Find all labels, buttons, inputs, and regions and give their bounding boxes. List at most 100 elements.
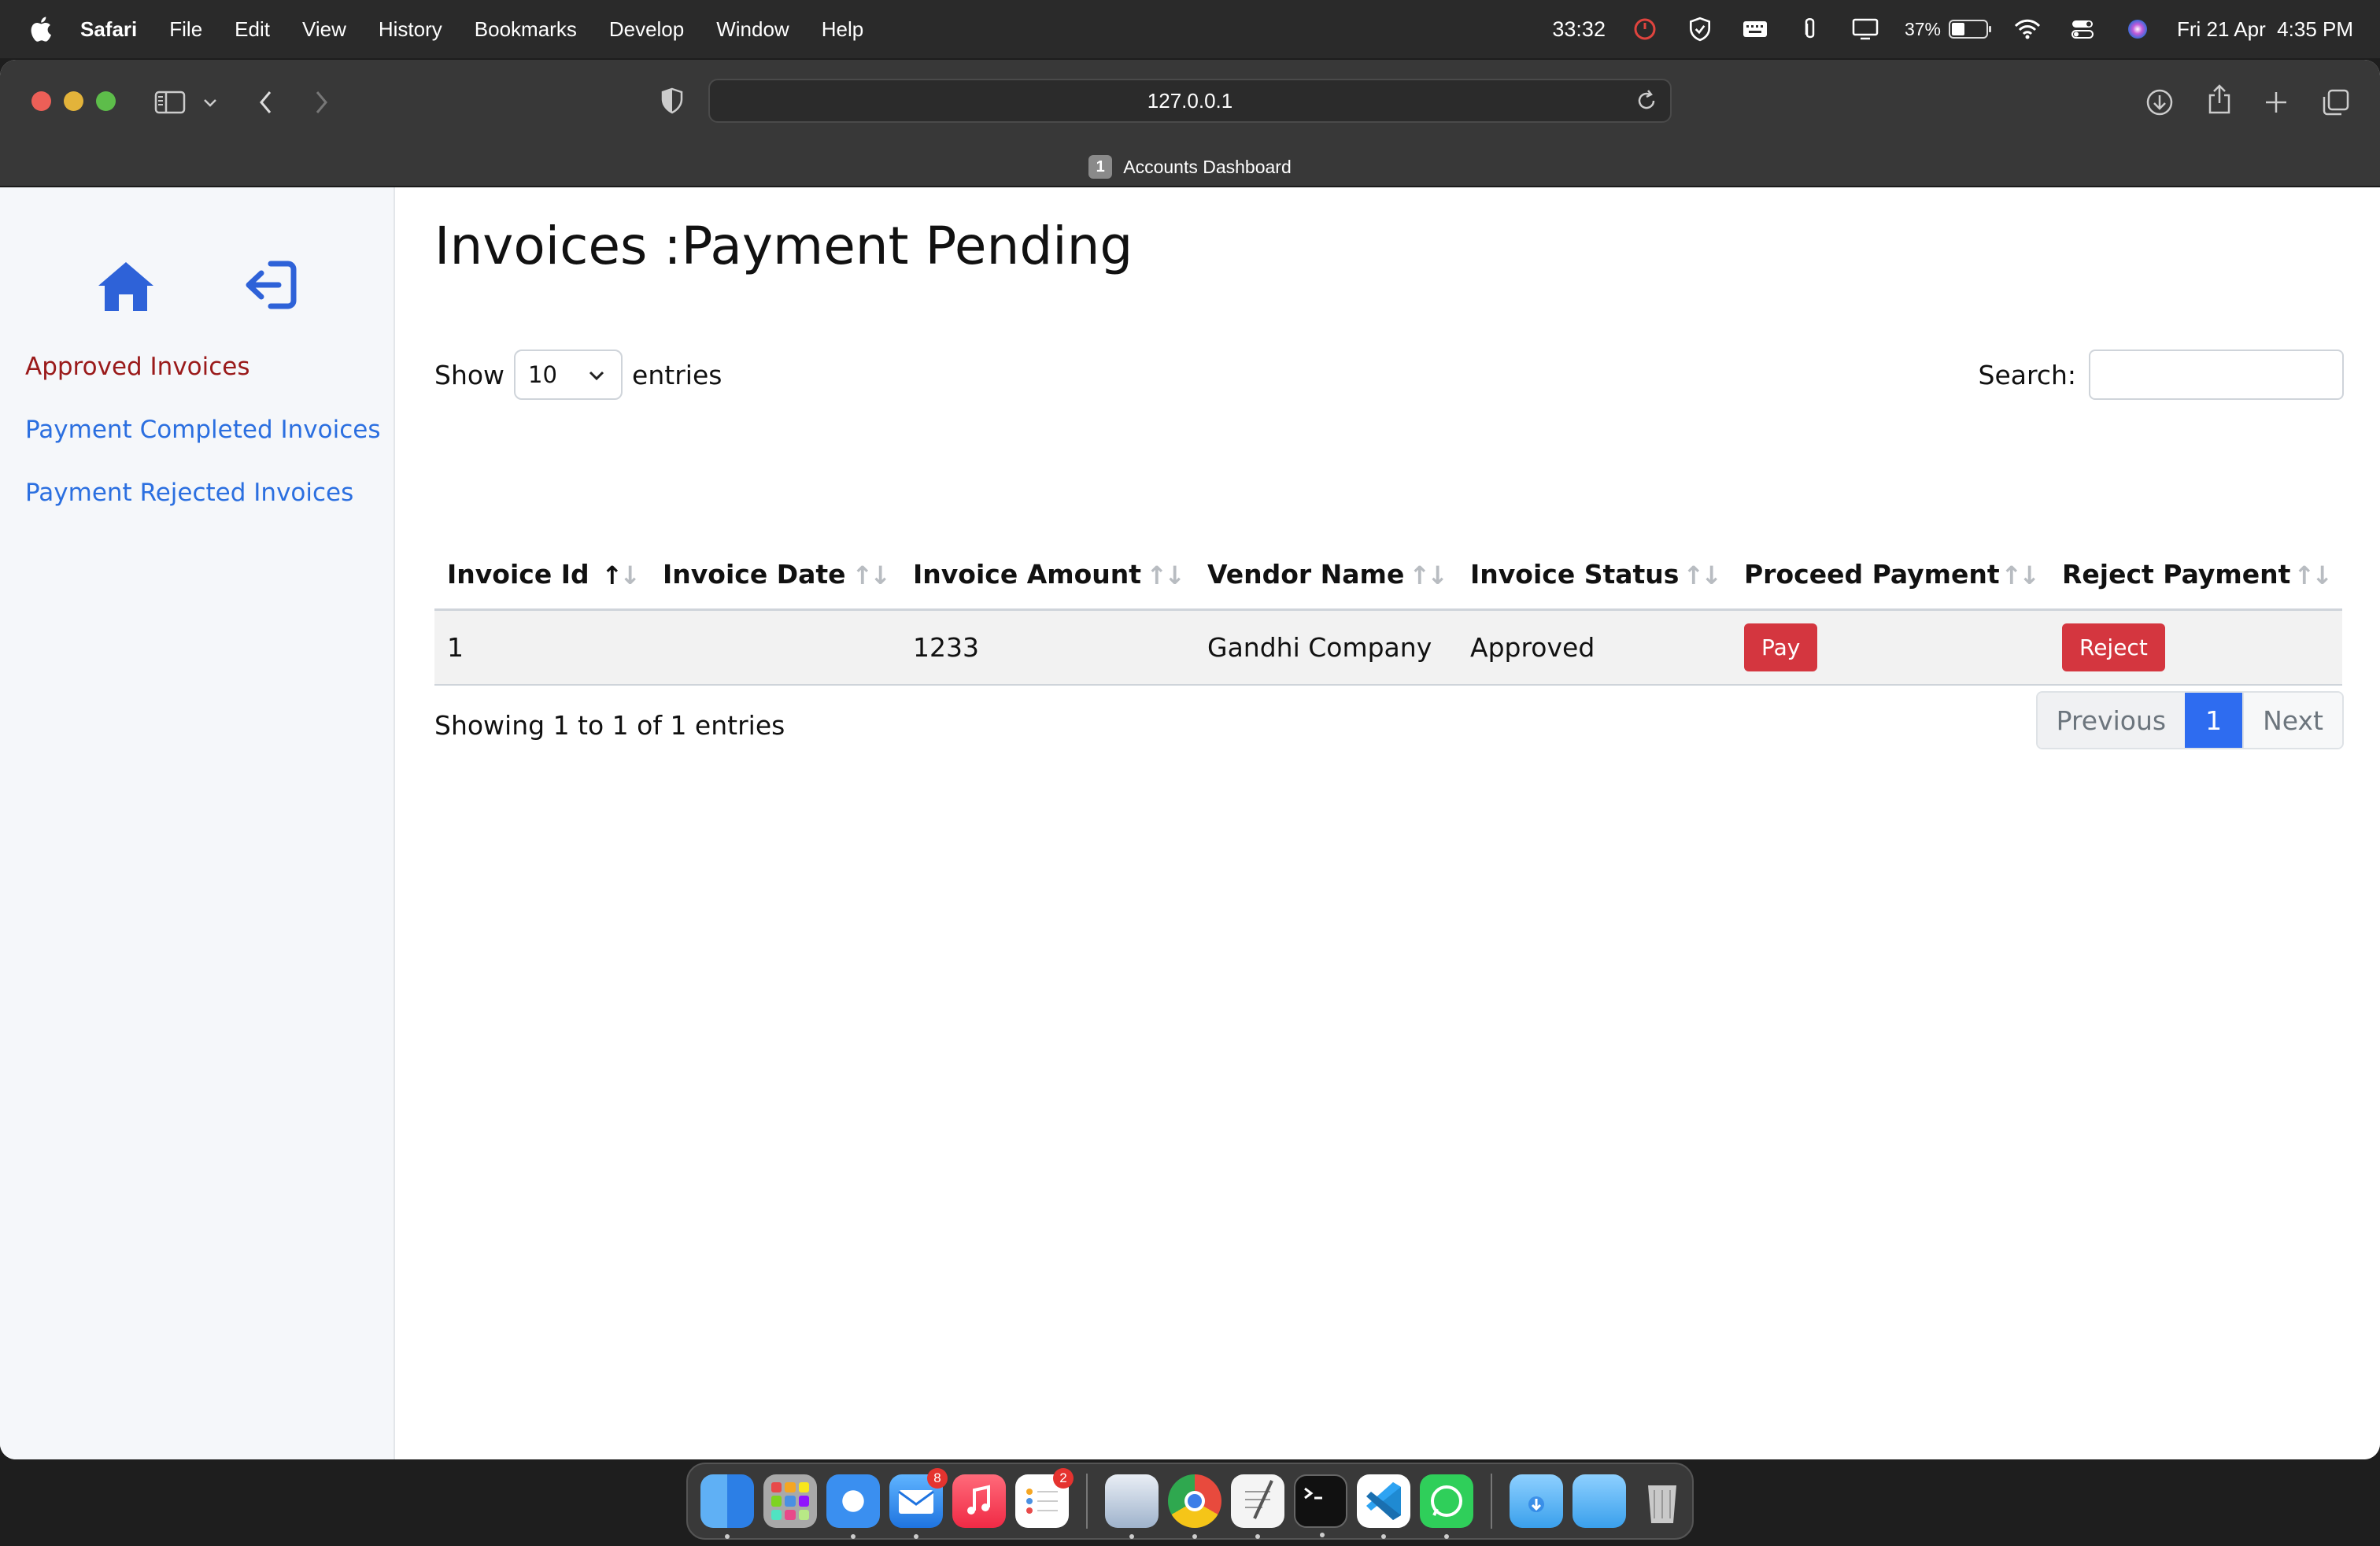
- back-icon[interactable]: [250, 87, 282, 118]
- whatsapp-icon[interactable]: [1420, 1474, 1473, 1539]
- logout-icon[interactable]: [242, 260, 298, 310]
- col-reject-payment[interactable]: Reject Payment ↑↓: [2049, 540, 2342, 611]
- table-header-row: Invoice Id ↑↓ Invoice Date ↑↓ Invoice Amou…: [434, 540, 2342, 611]
- cell-reject-payment: Reject: [2049, 609, 2342, 686]
- music-icon[interactable]: [952, 1474, 1006, 1528]
- menu-app-name[interactable]: Safari: [80, 17, 137, 42]
- textedit-icon[interactable]: [1231, 1474, 1284, 1539]
- share-icon[interactable]: [2202, 82, 2237, 117]
- chrome-icon[interactable]: [1168, 1474, 1221, 1539]
- show-label: Show: [434, 359, 505, 390]
- pay-button[interactable]: Pay: [1744, 623, 1818, 671]
- mail-icon[interactable]: 8: [889, 1468, 948, 1539]
- nav-payment-rejected-invoices[interactable]: Payment Rejected Invoices: [25, 479, 380, 507]
- sort-asc-icon: ↑↓: [601, 560, 641, 590]
- chevron-down-icon[interactable]: [200, 91, 220, 115]
- col-invoice-date[interactable]: Invoice Date ↑↓: [650, 540, 900, 611]
- apple-icon[interactable]: [28, 15, 57, 43]
- control-center-icon[interactable]: [2067, 16, 2098, 43]
- col-invoice-status[interactable]: Invoice Status ↑↓: [1458, 540, 1731, 611]
- page-1-button[interactable]: 1: [2185, 693, 2243, 748]
- active-tab[interactable]: 1 Accounts Dashboard: [0, 151, 2380, 183]
- timer-text[interactable]: 33:32: [1552, 17, 1606, 42]
- downloads-icon[interactable]: [2142, 85, 2177, 120]
- search-input[interactable]: [2089, 350, 2344, 400]
- sort-icon: ↑↓: [852, 560, 891, 590]
- entries-select-value: 10: [528, 361, 557, 388]
- col-vendor-name[interactable]: Vendor Name ↑↓: [1195, 540, 1458, 611]
- menu-file[interactable]: File: [169, 17, 202, 42]
- search-label: Search:: [1978, 359, 2077, 390]
- entries-length-control: Show 10 entries: [434, 350, 722, 400]
- minimize-window-button[interactable]: [64, 91, 83, 111]
- col-proceed-payment[interactable]: Proceed Payment ↑↓: [1731, 540, 2049, 611]
- close-window-button[interactable]: [31, 91, 51, 111]
- cell-vendor-name: Gandhi Company: [1195, 609, 1458, 686]
- browser-window: 127.0.0.1 1 Accounts Dashboard Approved …: [0, 60, 2380, 1459]
- table-row: 1 1233 Gandhi Company Approved Pay Rejec…: [434, 609, 2342, 686]
- reject-button[interactable]: Reject: [2062, 623, 2165, 671]
- sidebar-nav: Approved Invoices Payment Completed Invo…: [25, 353, 380, 542]
- zoom-window-button[interactable]: [96, 91, 116, 111]
- cell-invoice-status: Approved: [1458, 609, 1731, 686]
- terminal-icon[interactable]: [1294, 1474, 1347, 1537]
- nav-payment-completed-invoices[interactable]: Payment Completed Invoices: [25, 416, 380, 444]
- preview-icon[interactable]: [1105, 1474, 1159, 1539]
- chevron-down-icon: [589, 371, 604, 381]
- menu-window[interactable]: Window: [716, 17, 789, 42]
- keyboard-icon[interactable]: [1739, 16, 1771, 43]
- page-content: Approved Invoices Payment Completed Invo…: [0, 187, 2380, 1459]
- vscode-icon[interactable]: [1357, 1474, 1410, 1539]
- display-icon[interactable]: [1850, 16, 1881, 43]
- cell-invoice-id: 1: [434, 609, 650, 686]
- tab-overview-icon[interactable]: [2319, 85, 2353, 120]
- next-page-button[interactable]: Next: [2242, 693, 2342, 748]
- page-title: Invoices :Payment Pending: [434, 216, 1133, 276]
- sort-icon: ↑↓: [1409, 560, 1448, 590]
- wifi-icon[interactable]: [2012, 16, 2043, 43]
- entries-select[interactable]: 10: [514, 350, 623, 400]
- sort-icon: ↑↓: [2001, 560, 2040, 590]
- finder-icon[interactable]: [700, 1474, 754, 1539]
- launchpad-icon[interactable]: [763, 1474, 817, 1528]
- col-invoice-amount[interactable]: Invoice Amount ↑↓: [900, 540, 1195, 611]
- menu-develop[interactable]: Develop: [609, 17, 684, 42]
- col-invoice-id[interactable]: Invoice Id ↑↓: [434, 540, 650, 611]
- siri-icon[interactable]: [2122, 16, 2153, 43]
- battery-icon: [1949, 20, 1992, 39]
- sort-icon: ↑↓: [1683, 560, 1722, 590]
- menu-bookmarks[interactable]: Bookmarks: [475, 17, 577, 42]
- safari-icon[interactable]: [826, 1474, 880, 1539]
- mail-badge: 8: [927, 1468, 948, 1489]
- downloads-folder-icon[interactable]: [1510, 1474, 1563, 1528]
- menu-history[interactable]: History: [379, 17, 442, 42]
- reload-icon[interactable]: [1634, 88, 1659, 113]
- pagination: Previous 1 Next: [2035, 691, 2344, 749]
- trash-icon[interactable]: [1635, 1474, 1689, 1528]
- previous-page-button[interactable]: Previous: [2037, 693, 2186, 748]
- sidebar-icons: [96, 260, 298, 313]
- entries-label: entries: [632, 359, 722, 390]
- menu-view[interactable]: View: [302, 17, 346, 42]
- reminders-icon[interactable]: 2: [1015, 1468, 1074, 1528]
- sidebar-toggle-icon[interactable]: [153, 87, 187, 118]
- clock-text[interactable]: Fri 21 Apr 4:35 PM: [2177, 17, 2353, 42]
- folder-icon[interactable]: [1572, 1474, 1626, 1528]
- cell-invoice-amount: 1233: [900, 609, 1195, 686]
- paperclip-icon[interactable]: [1794, 16, 1826, 43]
- address-bar[interactable]: 127.0.0.1: [708, 79, 1672, 123]
- battery-indicator[interactable]: 37%: [1905, 19, 1992, 40]
- menu-edit[interactable]: Edit: [235, 17, 270, 42]
- browser-toolbar: 127.0.0.1 1 Accounts Dashboard: [0, 60, 2380, 187]
- timer-icon[interactable]: [1629, 16, 1661, 43]
- forward-icon[interactable]: [305, 87, 337, 118]
- nav-approved-invoices[interactable]: Approved Invoices: [25, 353, 380, 381]
- home-icon[interactable]: [96, 260, 156, 313]
- shield-icon[interactable]: [1684, 16, 1716, 43]
- search-control: Search:: [1978, 350, 2344, 400]
- privacy-shield-icon[interactable]: [656, 85, 688, 117]
- new-tab-icon[interactable]: [2259, 85, 2293, 120]
- menu-help[interactable]: Help: [822, 17, 863, 42]
- dock-separator: [1086, 1474, 1088, 1529]
- cell-invoice-date: [650, 609, 900, 686]
